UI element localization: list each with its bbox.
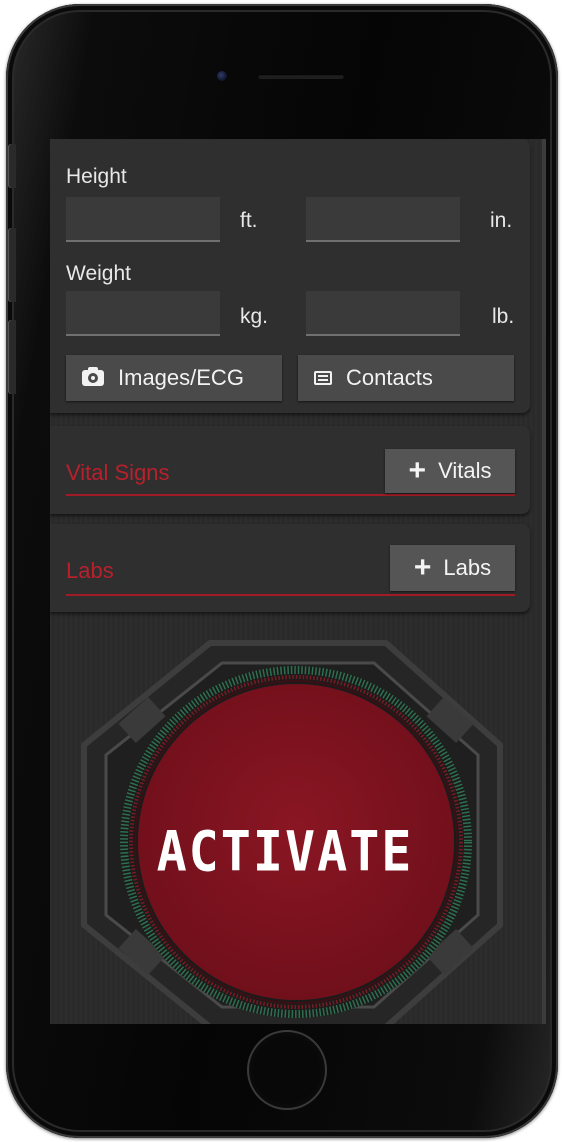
height-label: Height — [66, 165, 127, 188]
add-labs-label: Labs — [443, 555, 492, 580]
height-in-input[interactable] — [306, 197, 460, 242]
front-camera-icon — [217, 71, 227, 81]
activate-dial: ACTIVATE — [50, 617, 546, 1024]
add-vitals-button[interactable]: + Vitals — [385, 449, 515, 493]
contacts-button[interactable]: Contacts — [298, 355, 514, 401]
list-icon — [314, 371, 332, 385]
height-ft-input[interactable] — [66, 197, 220, 242]
measurements-panel: Height ft. in. Weight kg. lb. Images/ECG… — [50, 139, 530, 413]
images-ecg-button[interactable]: Images/ECG — [66, 355, 282, 401]
earpiece-speaker — [258, 74, 344, 79]
plus-icon: + — [413, 551, 432, 584]
app-screen: Height ft. in. Weight kg. lb. Images/ECG… — [50, 139, 546, 1024]
ft-unit-label: ft. — [240, 209, 258, 232]
images-ecg-label: Images/ECG — [118, 365, 244, 390]
kg-unit-label: kg. — [240, 305, 269, 328]
labs-title: Labs — [66, 558, 114, 583]
home-button[interactable] — [247, 1030, 327, 1110]
lb-unit-label: lb. — [492, 305, 515, 328]
weight-lb-input[interactable] — [306, 291, 460, 336]
labs-divider — [66, 594, 515, 596]
phone-frame: Height ft. in. Weight kg. lb. Images/ECG… — [6, 4, 558, 1138]
vital-signs-divider — [66, 494, 515, 496]
volume-up-button — [8, 228, 16, 302]
add-vitals-label: Vitals — [438, 458, 492, 483]
weight-label: Weight — [66, 262, 131, 285]
in-unit-label: in. — [490, 209, 513, 232]
weight-kg-input[interactable] — [66, 291, 220, 336]
labs-panel: Labs + Labs — [50, 524, 530, 612]
add-labs-button[interactable]: + Labs — [390, 545, 515, 591]
activate-button[interactable]: ACTIVATE — [140, 820, 430, 884]
camera-icon — [82, 367, 104, 386]
vital-signs-panel: Vital Signs + Vitals — [50, 426, 530, 514]
mute-switch — [8, 144, 16, 188]
volume-down-button — [8, 320, 16, 394]
contacts-label: Contacts — [346, 365, 433, 390]
vital-signs-title: Vital Signs — [66, 460, 170, 485]
plus-icon: + — [408, 454, 427, 487]
